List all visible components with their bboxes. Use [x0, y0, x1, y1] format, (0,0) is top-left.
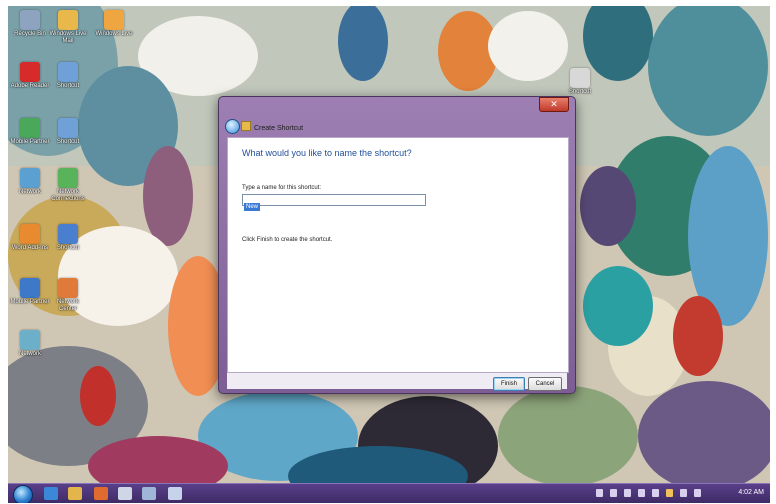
app-icon [104, 10, 124, 30]
pdf-icon [20, 62, 40, 82]
finish-button[interactable]: Finish [493, 377, 525, 391]
modem-icon [20, 118, 40, 138]
desktop-icon[interactable]: Adobe Reader [10, 62, 50, 90]
taskbar-app-icon[interactable] [168, 487, 182, 500]
finish-hint: Click Finish to create the shortcut. [242, 237, 333, 243]
desktop-icon[interactable]: Network [10, 330, 50, 358]
tray-app-icon[interactable] [666, 489, 673, 497]
taskbar-ie-icon[interactable] [44, 487, 58, 500]
shortcut-icon [58, 224, 78, 244]
shortcut-icon [58, 62, 78, 82]
shortcut-name-value: New [244, 203, 261, 211]
create-shortcut-dialog: ✕ Create Shortcut What would you like to… [218, 96, 576, 394]
desktop-icon[interactable]: Shortcut [48, 224, 88, 252]
desktop-icon-label: Recycle Bin [14, 31, 46, 37]
network-icon [20, 168, 40, 188]
desktop-icon-label: Network [18, 351, 41, 357]
start-button[interactable] [13, 485, 33, 503]
desktop-icon-label: Adobe Reader [10, 83, 50, 89]
dialog-nav-title-text: Create Shortcut [254, 125, 304, 132]
close-button[interactable]: ✕ [539, 97, 569, 112]
shortcut-name-label: Type a name for this shortcut: [242, 185, 322, 191]
tray-volume-icon[interactable] [624, 489, 631, 497]
word-icon [20, 224, 40, 244]
tray-app-icon[interactable] [652, 489, 659, 497]
desktop-icon-label: Mobile Partner [10, 139, 50, 145]
cancel-button[interactable]: Cancel [528, 377, 562, 391]
taskbar-app-icon[interactable] [142, 487, 156, 500]
shortcut-name-input[interactable]: New [242, 194, 426, 211]
dialog-nav-title: Create Shortcut [241, 121, 303, 132]
desktop-icon[interactable]: Shortcut [48, 62, 88, 90]
tray-flag-icon[interactable] [596, 489, 603, 497]
desktop-icon-label: Mobile Partner [10, 299, 50, 305]
desktop-icon-label: Network [18, 189, 41, 195]
desktop-icon[interactable]: Word Add-Ins [10, 224, 50, 252]
modem-icon [20, 278, 40, 298]
tray-network-icon[interactable] [610, 489, 617, 497]
taskbar-media-icon[interactable] [94, 487, 108, 500]
desktop-icon[interactable]: Windows Live [94, 10, 134, 38]
taskbar-explorer-icon[interactable] [68, 487, 82, 500]
tray-app-icon[interactable] [638, 489, 645, 497]
back-arrow-icon[interactable] [225, 119, 240, 134]
mail-icon [58, 10, 78, 30]
desktop-icon[interactable]: Network Center [48, 278, 88, 313]
dialog-heading: What would you like to name the shortcut… [242, 148, 412, 158]
tray-app-icon[interactable] [694, 489, 701, 497]
network-center-icon [58, 278, 78, 298]
tray-app-icon[interactable] [680, 489, 687, 497]
desktop-icon-label: Windows Live [95, 31, 133, 37]
taskbar-app-icon[interactable] [118, 487, 132, 500]
dialog-content: What would you like to name the shortcut… [227, 137, 569, 373]
shortcut-icon [241, 121, 251, 131]
desktop-icon[interactable]: Mobile Partner [10, 118, 50, 146]
desktop-icon-label: Shortcut [568, 89, 592, 95]
shortcut-icon [58, 118, 78, 138]
taskbar-clock[interactable]: 4:02 AM [738, 489, 764, 496]
network-icon [20, 330, 40, 350]
desktop-icon-label: Network Center [56, 299, 79, 312]
desktop-icon-label: Shortcut [56, 245, 80, 251]
desktop-icon-label: Shortcut [56, 139, 80, 145]
desktop-icon[interactable]: Shortcut [560, 68, 600, 96]
desktop-icon-label: Shortcut [56, 83, 80, 89]
desktop-icon-label: Windows Live Mail [49, 31, 87, 44]
desktop-icon-label: Word Add-Ins [11, 245, 49, 251]
desktop-icon[interactable]: Network [10, 168, 50, 196]
taskbar: 4:02 AM [8, 483, 770, 503]
desktop-icon[interactable]: Shortcut [48, 118, 88, 146]
desktop-screen: Recycle Bin Windows Live Mail Windows Li… [8, 6, 770, 503]
shortcut-icon [570, 68, 590, 88]
desktop-icon-label: Network Connections [51, 189, 85, 202]
desktop-icon[interactable]: Windows Live Mail [48, 10, 88, 45]
desktop-icon[interactable]: Network Connections [48, 168, 88, 203]
desktop-icon[interactable]: Mobile Partner [10, 278, 50, 306]
desktop-icon[interactable]: Recycle Bin [10, 10, 50, 38]
recycle-bin-icon [20, 10, 40, 30]
network-icon [58, 168, 78, 188]
